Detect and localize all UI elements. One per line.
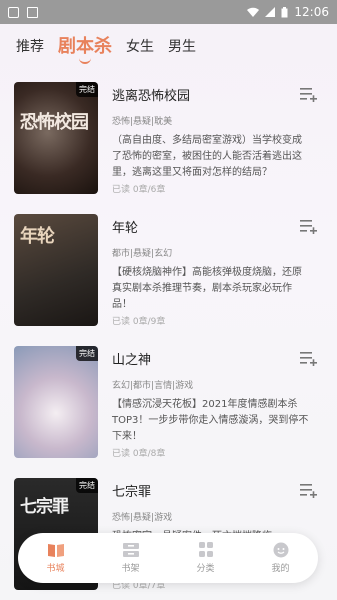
book-tags: 恐怖|悬疑|游戏: [112, 513, 173, 523]
nav-label: 书城: [46, 564, 65, 574]
book-tags: 玄幻|都市|言情|游戏: [112, 381, 194, 391]
book-description: （高自由度、多结局密室游戏）当学校变成了恐怖的密室，被困住的人能否活着逃出这里，…: [112, 135, 302, 178]
book-title[interactable]: 七宗罪: [112, 481, 324, 500]
cover-title: 七宗罪: [20, 497, 69, 517]
battery-icon: [281, 6, 288, 17]
book-item[interactable]: 完结 山之神 玄幻|都市|言情|游戏 【情感沉浸天花板】2021年度情感剧本杀T…: [14, 346, 324, 464]
bottom-nav: 书城 书架 分类 我的: [18, 533, 318, 583]
signal-icon: [265, 7, 276, 17]
cover-title: 年轮: [20, 226, 55, 247]
book-cover: 完结: [14, 346, 98, 458]
nav-profile[interactable]: 我的: [251, 542, 311, 574]
book-title[interactable]: 山之神: [112, 349, 324, 368]
category-icon: [198, 542, 213, 557]
completed-badge: 完结: [76, 478, 98, 493]
book-city-icon: [47, 544, 64, 557]
tab-male[interactable]: 男生: [168, 36, 196, 64]
book-description: 【硬核烧脑神作】高能核弹极度烧脑，还原真实剧本杀推理节奏，剧本杀玩家必玩作品！: [112, 267, 302, 310]
profile-icon: [273, 542, 288, 558]
tab-script-kill[interactable]: 剧本杀: [58, 32, 112, 64]
cover-title: 恐怖校园: [20, 112, 89, 133]
add-to-shelf-icon[interactable]: [300, 350, 318, 366]
status-bar: 12:06: [0, 0, 337, 24]
book-tags: 都市|悬疑|玄幻: [112, 249, 173, 259]
nav-category[interactable]: 分类: [176, 542, 236, 574]
nav-book-city[interactable]: 书城: [26, 542, 86, 574]
nav-bookshelf[interactable]: 书架: [101, 542, 161, 574]
add-to-shelf-icon[interactable]: [300, 86, 318, 102]
notification-icon: [8, 6, 19, 18]
book-title[interactable]: 年轮: [112, 217, 324, 236]
tab-recommend[interactable]: 推荐: [16, 36, 44, 64]
clock: 12:06: [294, 5, 329, 19]
book-description: 【情感沉浸天花板】2021年度情感剧本杀TOP3！一步步带你走入情感漩涡，哭到停…: [112, 399, 309, 442]
book-cover: 恐怖校园 完结: [14, 82, 98, 194]
book-tags: 恐怖|悬疑|耽美: [112, 117, 173, 127]
book-item[interactable]: 恐怖校园 完结 逃离恐怖校园 恐怖|悬疑|耽美 （高自由度、多结局密室游戏）当学…: [14, 82, 324, 200]
bookshelf-icon: [122, 543, 139, 557]
sd-card-icon: [27, 6, 38, 18]
book-cover: 年轮: [14, 214, 98, 326]
read-progress: 已读 0章/9章: [112, 317, 166, 327]
category-tabs: 推荐 剧本杀 女生 男生: [16, 30, 337, 64]
add-to-shelf-icon[interactable]: [300, 482, 318, 498]
book-title[interactable]: 逃离恐怖校园: [112, 85, 324, 104]
nav-label: 书架: [121, 564, 140, 574]
book-item[interactable]: 年轮 年轮 都市|悬疑|玄幻 【硬核烧脑神作】高能核弹极度烧脑，还原真实剧本杀推…: [14, 214, 324, 332]
nav-label: 分类: [196, 564, 215, 574]
nav-label: 我的: [271, 564, 290, 574]
wifi-icon: [247, 7, 260, 17]
completed-badge: 完结: [76, 346, 98, 361]
add-to-shelf-icon[interactable]: [300, 218, 318, 234]
tab-female[interactable]: 女生: [126, 36, 154, 64]
read-progress: 已读 0章/6章: [112, 185, 166, 195]
completed-badge: 完结: [76, 82, 98, 97]
read-progress: 已读 0章/8章: [112, 449, 166, 459]
